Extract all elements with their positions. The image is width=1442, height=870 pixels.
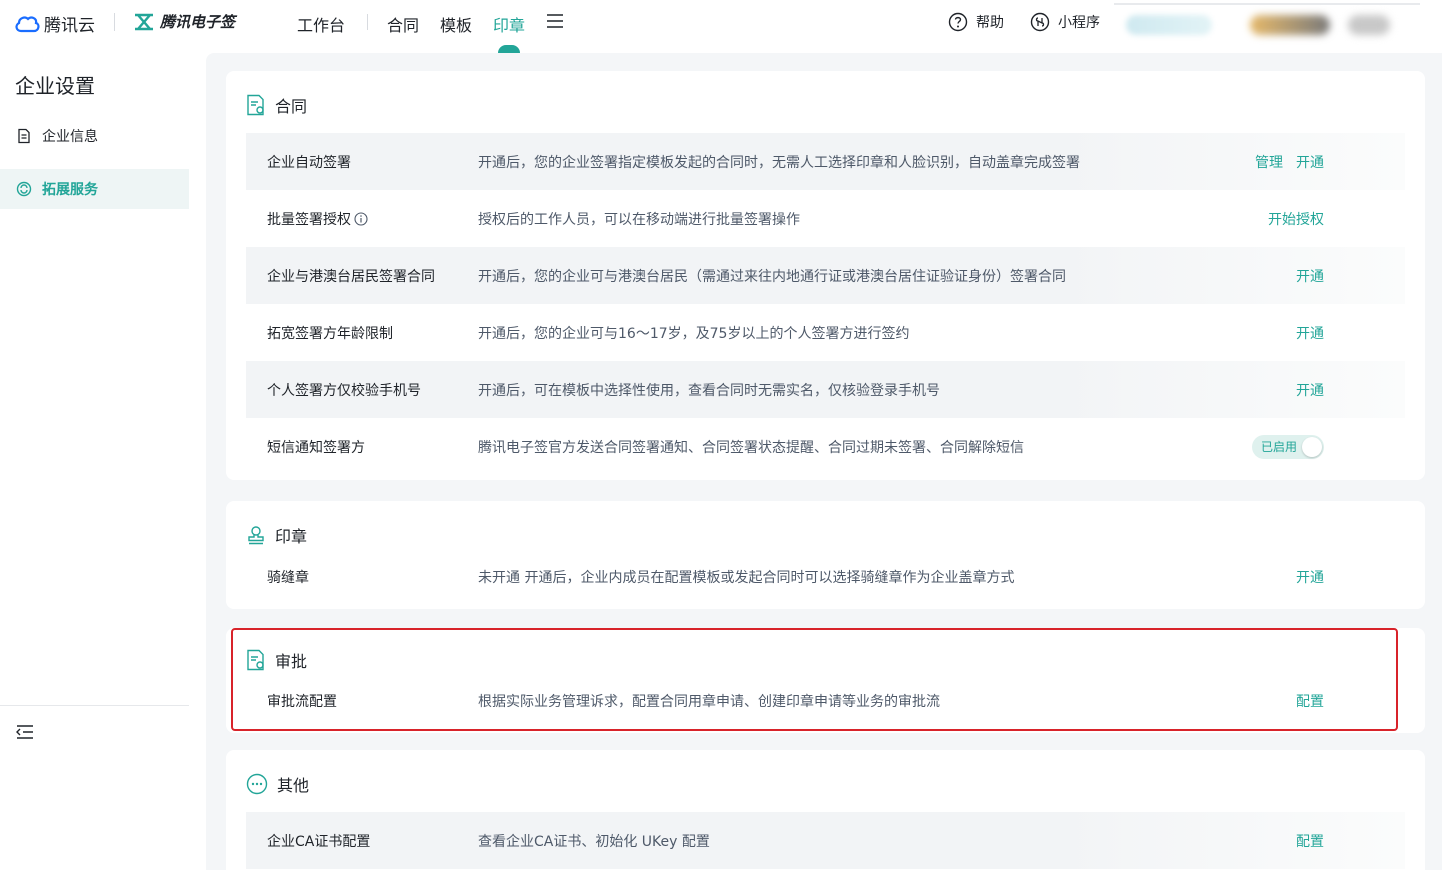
service-row: 拓宽签署方年龄限制 开通后，您的企业可与16～17岁，及75岁以上的个人签署方进…: [246, 304, 1405, 361]
section-title: 其他: [277, 776, 310, 795]
enable-link[interactable]: 开通: [1296, 323, 1324, 343]
cloud-icon: [15, 16, 40, 32]
help-icon: [948, 12, 968, 32]
service-name: 骑缝章: [267, 569, 309, 586]
service-name: 企业与港澳台居民签署合同: [267, 268, 435, 285]
service-description: 开通后，您的企业可与港澳台居民（需通过来往内地通行证或港澳台居住证验证身份）签署…: [478, 268, 1066, 285]
enable-link[interactable]: 开通: [1296, 266, 1324, 286]
service-row: 审批流配置 根据实际业务管理诉求，配置合同用章申请、创建印章申请等业务的审批流 …: [246, 672, 1405, 729]
approval-section: 审批 审批流配置 根据实际业务管理诉求，配置合同用章申请、创建印章申请等业务的审…: [226, 628, 1425, 733]
contract-icon: [247, 94, 264, 116]
nav-template[interactable]: 模板: [440, 12, 472, 36]
service-row: 企业CA证书配置 查看企业CA证书、初始化 UKey 配置 配置: [246, 812, 1405, 869]
toggle-knob: [1302, 436, 1322, 457]
main-content: 合同 企业自动签署 开通后，您的企业签署指定模板发起的合同时，无需人工选择印章和…: [206, 53, 1442, 870]
nav-divider: [367, 14, 368, 30]
service-name: 批量签署授权: [267, 211, 351, 228]
enable-link[interactable]: 开通: [1296, 380, 1324, 400]
esign-logo-icon: [135, 13, 153, 30]
sms-notify-toggle[interactable]: 已启用: [1252, 434, 1324, 459]
service-description: 未开通 开通后，企业内成员在配置模板或发起合同时可以选择骑缝章作为企业盖章方式: [478, 569, 1015, 586]
configure-link[interactable]: 配置: [1296, 691, 1324, 711]
mini-program-link[interactable]: 小程序: [1030, 12, 1100, 32]
mini-program-icon: [1030, 12, 1050, 32]
service-name: 个人签署方仅校验手机号: [267, 382, 421, 399]
enable-link[interactable]: 开通: [1296, 567, 1324, 587]
approval-section-header: 审批: [246, 648, 307, 672]
more-circle-icon: [246, 773, 268, 795]
other-section: 其他 企业CA证书配置 查看企业CA证书、初始化 UKey 配置 配置: [226, 750, 1425, 870]
nav-workbench[interactable]: 工作台: [297, 12, 345, 36]
nav-seal[interactable]: 印章: [493, 12, 525, 36]
service-name: 短信通知签署方: [267, 439, 365, 456]
service-row: 企业自动签署 开通后，您的企业签署指定模板发起的合同时，无需人工选择印章和人脸识…: [246, 133, 1405, 190]
mini-program-label: 小程序: [1058, 15, 1100, 31]
service-row: 企业与港澳台居民签署合同 开通后，您的企业可与港澳台居民（需通过来往内地通行证或…: [246, 247, 1405, 304]
configure-link[interactable]: 配置: [1296, 831, 1324, 851]
service-description: 根据实际业务管理诉求，配置合同用章申请、创建印章申请等业务的审批流: [478, 693, 940, 710]
sidebar-title: 企业设置: [15, 74, 95, 98]
document-icon: [18, 128, 30, 144]
sidebar-item-label: 拓展服务: [42, 182, 98, 198]
esign-brand-name: 腾讯电子签: [160, 13, 236, 31]
sidebar: 企业设置 企业信息 拓展服务: [0, 46, 206, 870]
cloud-brand-name: 腾讯云: [44, 16, 95, 36]
service-description: 开通后，您的企业可与16～17岁，及75岁以上的个人签署方进行签约: [478, 325, 910, 342]
manage-link[interactable]: 管理: [1255, 152, 1283, 172]
collapse-sidebar-icon[interactable]: [16, 724, 34, 744]
start-authorize-link[interactable]: 开始授权: [1268, 209, 1324, 229]
blurred-name: [1348, 15, 1390, 35]
service-description: 开通后，您的企业签署指定模板发起的合同时，无需人工选择印章和人脸识别，自动盖章完…: [478, 154, 1080, 171]
service-row: 个人签署方仅校验手机号 开通后，可在模板中选择性使用，查看合同时无需实名，仅核验…: [246, 361, 1405, 418]
contract-section: 合同 企业自动签署 开通后，您的企业签署指定模板发起的合同时，无需人工选择印章和…: [226, 71, 1425, 480]
seal-section: 印章 骑缝章 未开通 开通后，企业内成员在配置模板或发起合同时可以选择骑缝章作为…: [226, 501, 1425, 609]
service-row: 短信通知签署方 腾讯电子签官方发送合同签署通知、合同签署状态提醒、合同过期未签署…: [246, 418, 1405, 475]
approval-icon: [247, 649, 264, 671]
service-row: 批量签署授权 授权后的工作人员，可以在移动端进行批量签署操作 开始授权: [246, 190, 1405, 247]
esign-logo[interactable]: 腾讯电子签: [134, 11, 235, 32]
contract-section-header: 合同: [246, 93, 307, 117]
service-name: 审批流配置: [267, 693, 337, 710]
user-account-area[interactable]: [1114, 3, 1420, 45]
service-description: 授权后的工作人员，可以在移动端进行批量签署操作: [478, 211, 800, 228]
service-icon: [16, 181, 32, 197]
nav-contract[interactable]: 合同: [387, 12, 419, 36]
tencent-cloud-logo[interactable]: 腾讯云: [14, 11, 95, 36]
blurred-avatar: [1250, 15, 1330, 35]
help-label: 帮助: [976, 15, 1004, 31]
section-title: 审批: [275, 652, 308, 671]
help-link[interactable]: 帮助: [948, 12, 1004, 32]
service-description: 查看企业CA证书、初始化 UKey 配置: [478, 833, 710, 850]
info-icon[interactable]: [354, 211, 368, 226]
section-title: 合同: [275, 97, 308, 116]
other-section-header: 其他: [246, 772, 309, 796]
toggle-label: 已启用: [1261, 440, 1298, 454]
active-nav-indicator: [498, 45, 520, 53]
service-description: 腾讯电子签官方发送合同签署通知、合同签署状态提醒、合同过期未签署、合同解除短信: [478, 439, 1024, 456]
more-menu-icon[interactable]: [546, 13, 564, 33]
service-row: 骑缝章 未开通 开通后，企业内成员在配置模板或发起合同时可以选择骑缝章作为企业盖…: [246, 548, 1405, 605]
service-description: 开通后，可在模板中选择性使用，查看合同时无需实名，仅核验登录手机号: [478, 382, 940, 399]
top-bar: 腾讯云 腾讯电子签 工作台 合同 模板 印章 帮助 小程序: [0, 0, 1442, 53]
service-name: 拓宽签署方年龄限制: [267, 325, 393, 342]
service-name: 企业自动签署: [267, 154, 351, 171]
sidebar-divider: [0, 705, 189, 706]
brand-divider: [114, 13, 115, 31]
blurred-org: [1126, 15, 1212, 35]
seal-icon: [248, 526, 264, 545]
section-title: 印章: [275, 527, 308, 546]
sidebar-item-extended-services[interactable]: 拓展服务: [0, 169, 189, 209]
service-name: 企业CA证书配置: [267, 833, 371, 850]
enable-link[interactable]: 开通: [1296, 152, 1324, 172]
seal-section-header: 印章: [246, 523, 307, 547]
sidebar-item-enterprise-info[interactable]: 企业信息: [0, 116, 189, 156]
service-name-wrap: 批量签署授权: [267, 209, 368, 229]
sidebar-item-label: 企业信息: [42, 129, 98, 145]
